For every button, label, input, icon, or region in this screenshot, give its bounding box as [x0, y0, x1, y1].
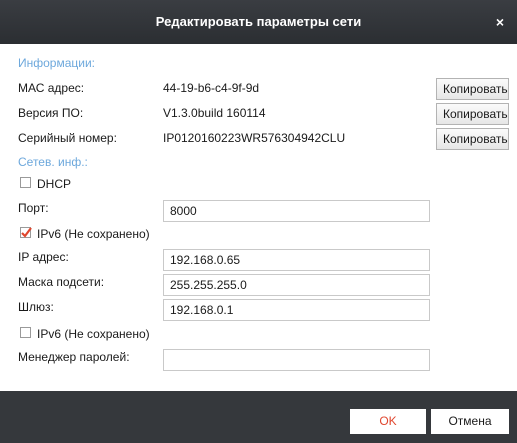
dialog-titlebar: Редактировать параметры сети ×	[0, 0, 517, 44]
ipv6-saved-label: IPv6 (Не сохранено)	[37, 226, 150, 241]
firmware-value: V1.3.0build 160114	[163, 106, 266, 120]
subnet-mask-label: Маска подсети:	[18, 275, 105, 289]
mac-label: МАС адрес:	[18, 81, 85, 95]
mac-value: 44-19-b6-c4-9f-9d	[163, 81, 260, 95]
check-icon[interactable]	[20, 227, 32, 239]
dhcp-checkbox[interactable]: DHCP	[20, 176, 71, 191]
port-field[interactable]	[163, 200, 430, 222]
ipv6-unsaved-checkbox[interactable]: IPv6 (Не сохранено)	[20, 326, 150, 341]
copy-mac-button[interactable]: Копировать	[436, 78, 509, 100]
serial-value: IP0120160223WR576304942CLU	[163, 131, 346, 145]
ipv6-saved-checkbox[interactable]: IPv6 (Не сохранено)	[20, 226, 150, 241]
ip-address-field[interactable]	[163, 249, 430, 271]
info-section-header: Информации:	[18, 56, 96, 70]
dialog-footer: OK Отмена	[0, 391, 517, 443]
ipv6-unsaved-label: IPv6 (Не сохранено)	[37, 326, 150, 341]
gateway-label: Шлюз:	[18, 300, 54, 314]
password-manager-field[interactable]	[163, 349, 430, 371]
serial-label: Серийный номер:	[18, 131, 117, 145]
copy-firmware-button[interactable]: Копировать	[436, 103, 509, 125]
close-icon[interactable]: ×	[491, 13, 509, 31]
cancel-button[interactable]: Отмена	[431, 409, 509, 434]
password-manager-label: Менеджер паролей:	[18, 350, 130, 364]
firmware-label: Версия ПО:	[18, 106, 84, 120]
copy-serial-button[interactable]: Копировать	[436, 128, 509, 150]
dhcp-label: DHCP	[37, 176, 72, 191]
ipv6-unsaved-checkbox-box[interactable]	[20, 327, 31, 339]
gateway-field[interactable]	[163, 299, 430, 321]
dhcp-checkbox-box[interactable]	[20, 177, 31, 189]
subnet-mask-field[interactable]	[163, 274, 430, 296]
ip-label: IP адрес:	[18, 250, 69, 264]
dialog-content: Информации: МАС адрес: 44-19-b6-c4-9f-9d…	[0, 44, 517, 391]
ok-button[interactable]: OK	[350, 409, 426, 434]
network-settings-dialog: Редактировать параметры сети × Информаци…	[0, 0, 517, 443]
port-label: Порт:	[18, 201, 49, 215]
network-section-header: Сетев. инф.:	[18, 155, 88, 169]
dialog-title: Редактировать параметры сети	[155, 14, 362, 29]
